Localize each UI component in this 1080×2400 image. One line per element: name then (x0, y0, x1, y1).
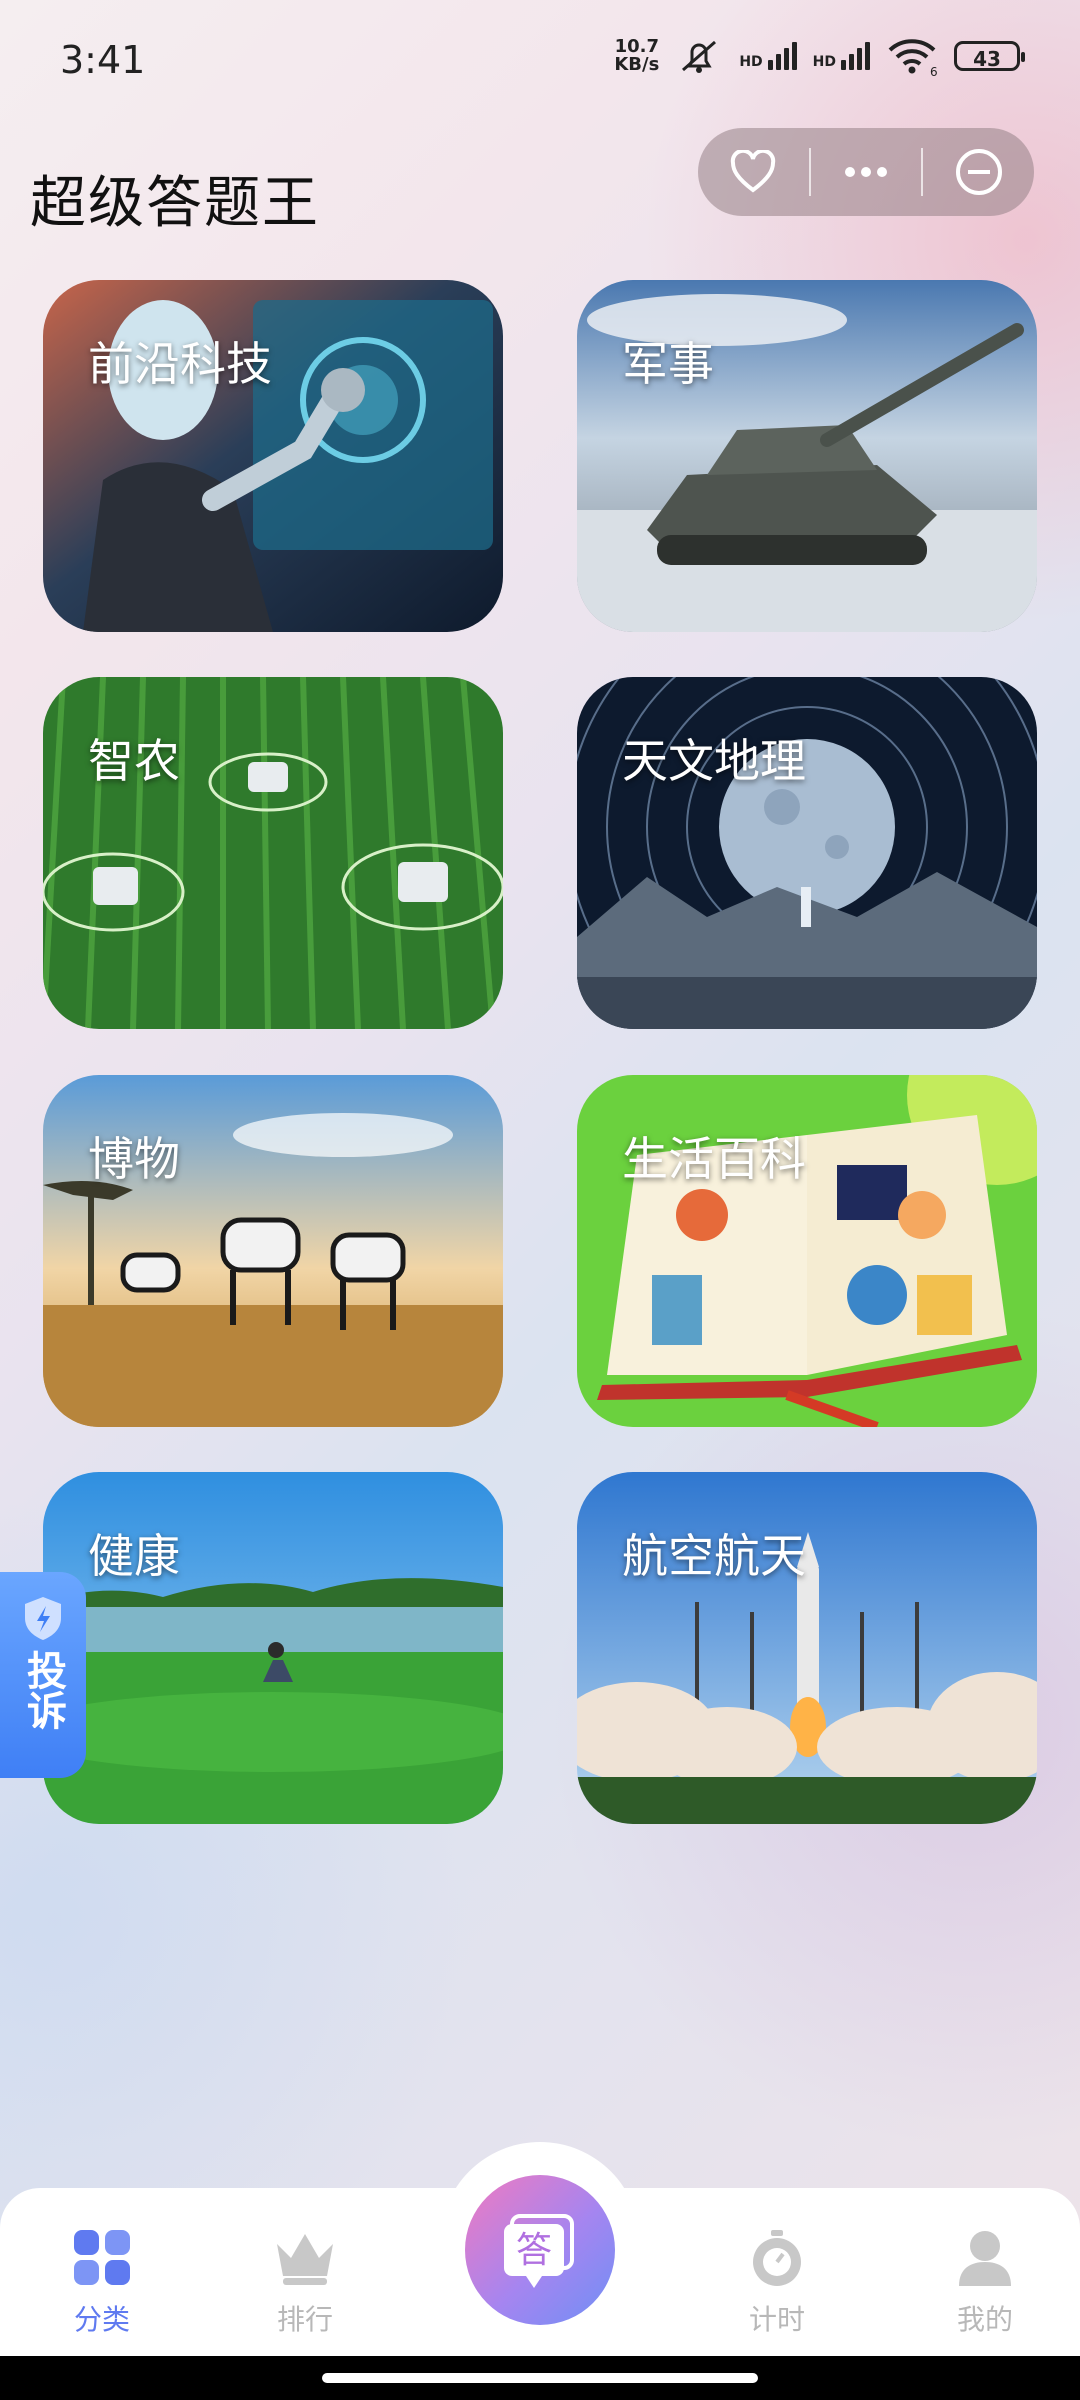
answer-bubble-icon: 答 (504, 2214, 574, 2288)
capsule-menu (698, 128, 1034, 216)
battery-icon: 43 (954, 41, 1025, 71)
complaint-label: 投诉 (20, 1650, 66, 1730)
svg-text:6: 6 (930, 65, 938, 76)
complaint-button[interactable]: 投诉 (0, 1572, 86, 1778)
category-label: 博物 (88, 1132, 180, 1186)
wifi-icon: 6 (888, 39, 938, 76)
nav-label: 我的 (956, 2303, 1013, 2336)
user-icon (959, 2231, 1011, 2286)
category-card-tech[interactable]: 前沿科技 (43, 280, 503, 632)
category-label: 天文地理 (622, 734, 806, 788)
category-card-health[interactable]: 健康 (43, 1472, 503, 1824)
crown-icon (277, 2234, 333, 2285)
status-icons: 10.7 KB/s HD HD 6 43 (614, 36, 1025, 76)
category-label: 前沿科技 (88, 337, 272, 391)
favorite-button[interactable] (698, 128, 809, 216)
nav-label: 排行 (276, 2303, 333, 2336)
category-card-aerospace[interactable]: 航空航天 (577, 1472, 1037, 1824)
network-speed: 10.7 KB/s (614, 36, 660, 75)
more-button[interactable] (811, 128, 922, 216)
home-indicator[interactable] (322, 2373, 758, 2383)
minimize-icon (955, 149, 1002, 195)
category-label: 航空航天 (622, 1529, 806, 1583)
category-card-military[interactable]: 军事 (577, 280, 1037, 632)
signal-icon-2: HD (813, 42, 870, 70)
category-label: 军事 (622, 337, 714, 391)
shield-icon (25, 1597, 61, 1640)
category-label: 智农 (88, 734, 180, 788)
minimize-button[interactable] (923, 128, 1034, 216)
category-label: 健康 (88, 1529, 180, 1583)
grid-icon (74, 2230, 130, 2285)
nav-item-timer[interactable]: 计时 (717, 2228, 837, 2338)
status-time: 3:41 (60, 38, 146, 82)
answer-button[interactable]: 答 (465, 2175, 615, 2325)
signal-icon-1: HD (739, 42, 797, 70)
heart-icon (731, 150, 776, 193)
more-icon (845, 167, 887, 177)
page-title: 超级答题王 (30, 171, 320, 236)
svg-text:答: 答 (516, 2230, 552, 2271)
nav-item-ranking[interactable]: 排行 (245, 2228, 365, 2338)
category-card-lifestyle[interactable]: 生活百科 (577, 1075, 1037, 1427)
nav-label: 计时 (748, 2303, 805, 2336)
status-bar: 3:41 10.7 KB/s HD HD 6 43 (0, 0, 1080, 120)
mute-icon (682, 40, 717, 73)
category-card-nature[interactable]: 博物 (43, 1075, 503, 1427)
stopwatch-icon (753, 2230, 801, 2286)
category-card-agriculture[interactable]: 智农 (43, 677, 503, 1029)
nav-label: 分类 (73, 2303, 130, 2336)
category-label: 生活百科 (622, 1132, 806, 1186)
nav-item-category[interactable]: 分类 (42, 2228, 162, 2338)
category-card-astronomy[interactable]: 天文地理 (577, 677, 1037, 1029)
nav-item-profile[interactable]: 我的 (925, 2228, 1045, 2338)
